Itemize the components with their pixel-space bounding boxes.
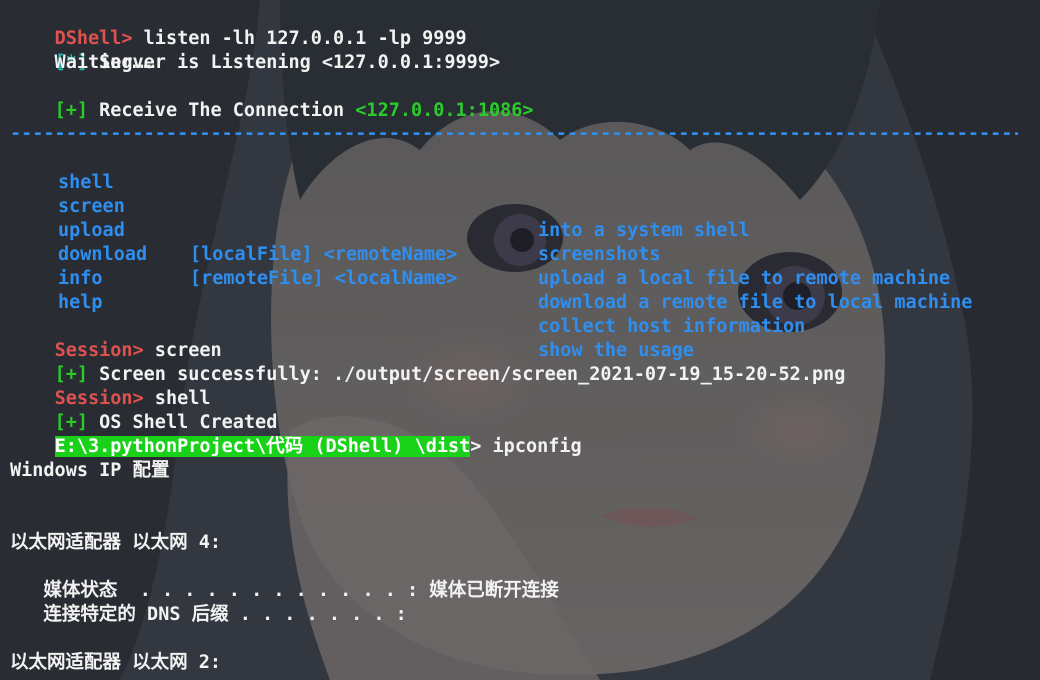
server-status-line: [*] Server is Listening <127.0.0.1:9999>	[10, 27, 501, 73]
session-screen-line: Session> screen	[10, 315, 222, 361]
shell-result-line: [+] OS Shell Created	[10, 387, 278, 433]
menu-description: upload a local file to remote machine	[538, 268, 951, 289]
menu-row-info: info collect host information	[10, 243, 805, 337]
menu-row-download: download [remoteFile] <localName> downlo…	[10, 219, 972, 313]
cmd-working-directory: E:\3.pythonProject\代码 (DShell) \dist	[54, 436, 471, 457]
menu-row-upload: upload [localFile] <remoteName> upload a…	[10, 195, 950, 289]
connection-address: <127.0.0.1:1086>	[355, 100, 534, 121]
menu-separator: ----------------------------------------…	[10, 123, 1018, 144]
menu-args: [remoteFile] <localName>	[190, 268, 458, 289]
receive-text: Receive The Connection	[87, 100, 356, 121]
session-shell-line: Session> shell	[10, 363, 211, 409]
menu-row-screen: screen screenshots	[10, 171, 661, 265]
media-state-line: 媒体状态 . . . . . . . . . . . . : 媒体已断开连接	[10, 580, 559, 601]
cmd-command[interactable]: > ipconfig	[470, 436, 581, 457]
menu-command: download	[58, 244, 148, 265]
terminal-output: DShell> listen -lh 127.0.0.1 -lp 9999 [*…	[0, 0, 1040, 680]
menu-row-shell: shell into a system shell	[10, 147, 750, 241]
menu-command: help	[58, 292, 103, 313]
menu-description: screenshots	[538, 244, 661, 265]
waiting-line: Waiting……	[10, 52, 155, 73]
receive-connection-line: [+] Receive The Connection <127.0.0.1:10…	[10, 75, 534, 121]
menu-description: download a remote file to local machine	[538, 292, 973, 313]
dns-suffix-line: 连接特定的 DNS 后缀 . . . . . . . :	[10, 604, 407, 625]
menu-description: collect host information	[538, 316, 806, 337]
screen-result-line: [+] Screen successfully: ./output/screen…	[10, 339, 846, 385]
menu-command: info	[58, 268, 103, 289]
adapter-heading: 以太网适配器 以太网 2:	[10, 652, 222, 673]
menu-description: into a system shell	[538, 220, 750, 241]
ipconfig-title: Windows IP 配置	[10, 460, 170, 481]
adapter-heading: 以太网适配器 以太网 4:	[10, 532, 222, 553]
menu-row-help: help show the usage	[10, 267, 694, 361]
cmd-prompt-line[interactable]: E:\3.pythonProject\代码 (DShell) \dist> ip…	[10, 411, 582, 457]
listen-command-line: DShell> listen -lh 127.0.0.1 -lp 9999	[10, 3, 467, 49]
menu-command: upload	[58, 220, 125, 241]
menu-command: shell	[58, 172, 114, 193]
menu-args: [localFile] <remoteName>	[190, 244, 458, 265]
menu-command: screen	[58, 196, 125, 217]
success-tag: [+]	[54, 100, 88, 121]
